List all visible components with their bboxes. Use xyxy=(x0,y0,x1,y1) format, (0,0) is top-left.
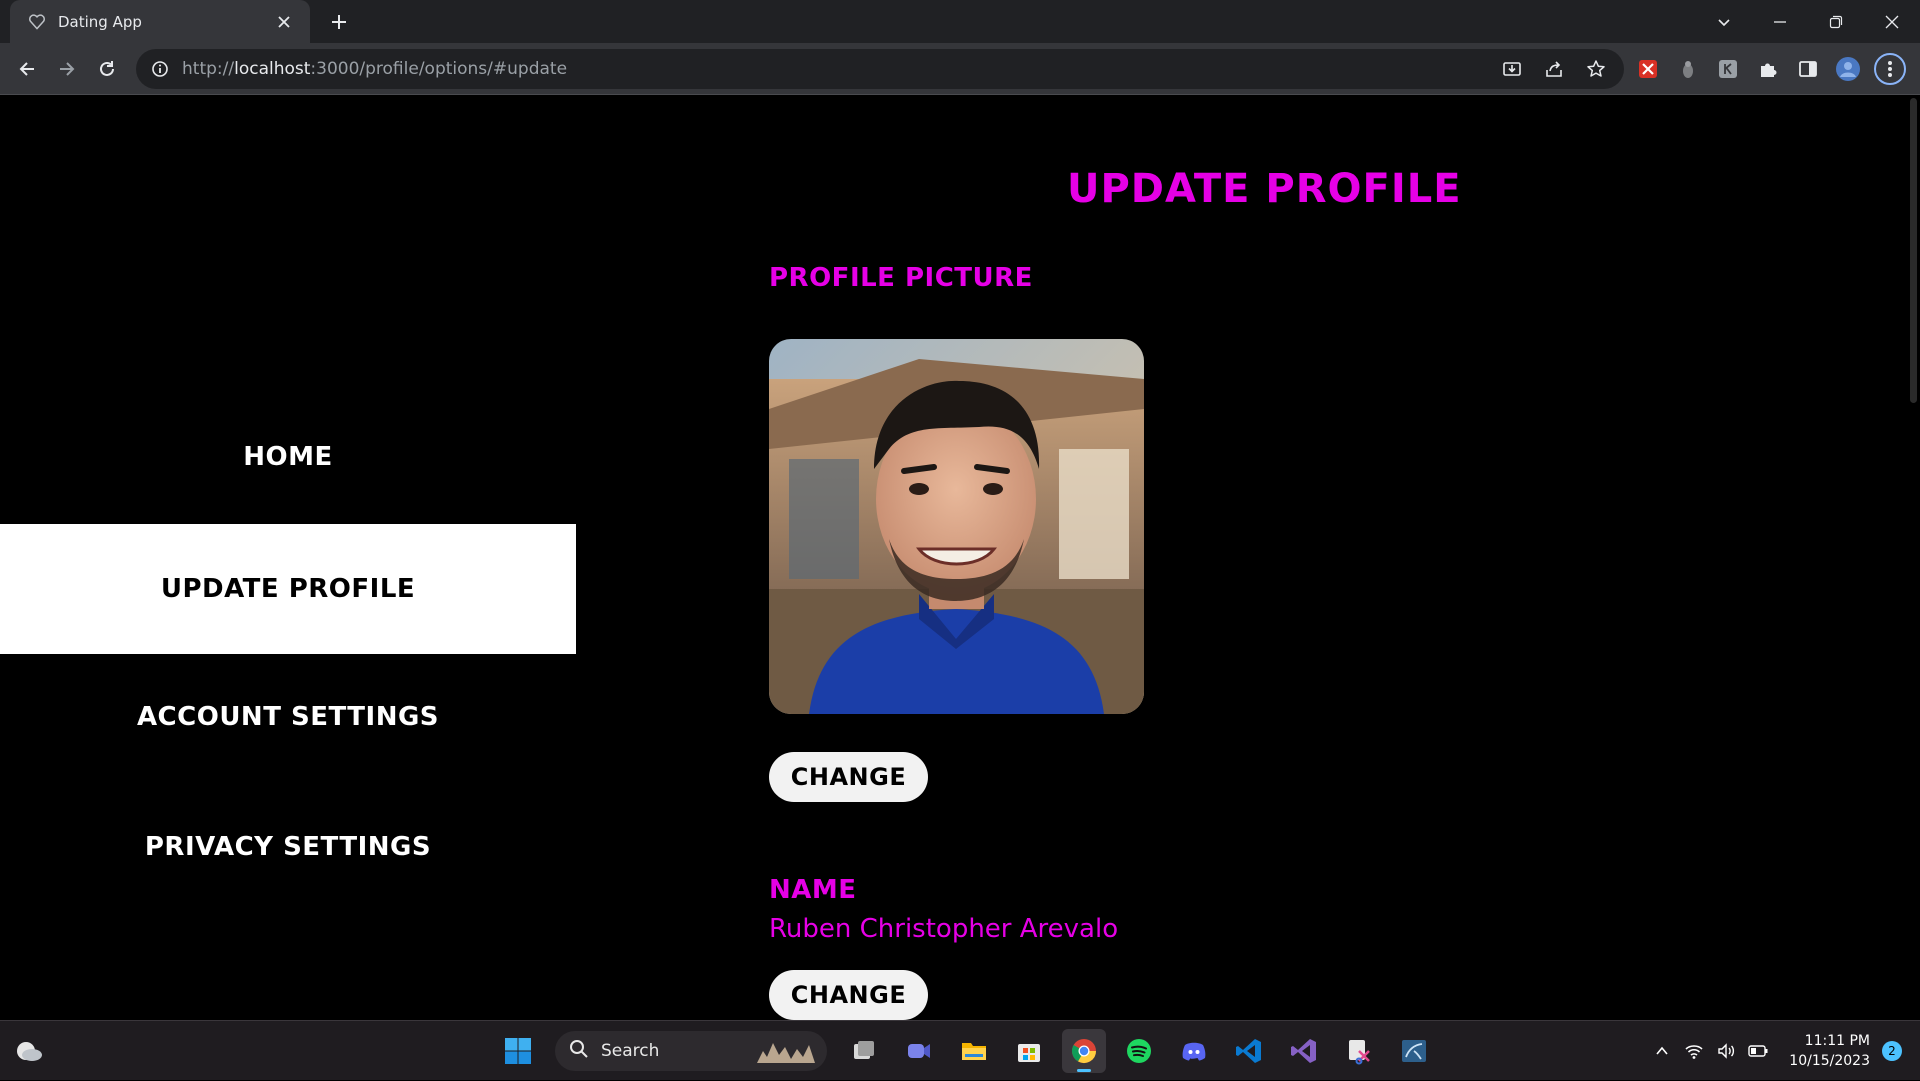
minimize-icon[interactable] xyxy=(1752,0,1808,43)
site-info-icon[interactable] xyxy=(150,59,170,79)
tab-title: Dating App xyxy=(58,12,142,31)
browser-toolbar: http://localhost:3000/profile/options/#u… xyxy=(0,43,1920,95)
extensions-area xyxy=(1634,53,1906,85)
side-panel-icon[interactable] xyxy=(1794,55,1822,83)
chrome-menu-icon[interactable] xyxy=(1874,53,1906,85)
search-highlight-icon xyxy=(755,1037,817,1069)
back-icon[interactable] xyxy=(11,53,43,85)
chrome-icon[interactable] xyxy=(1062,1029,1106,1073)
close-tab-icon[interactable] xyxy=(272,10,296,34)
notification-badge[interactable]: 2 xyxy=(1882,1041,1902,1061)
vscode-icon[interactable] xyxy=(1227,1029,1271,1073)
forward-icon[interactable] xyxy=(51,53,83,85)
battery-icon[interactable] xyxy=(1743,1036,1773,1066)
volume-icon[interactable] xyxy=(1711,1036,1741,1066)
windows-taskbar: Search 11:11 PM 10/15/2023 2 xyxy=(0,1020,1920,1080)
new-tab-icon[interactable] xyxy=(325,8,353,36)
extension-k-icon[interactable] xyxy=(1714,55,1742,83)
change-picture-button[interactable]: CHANGE xyxy=(769,752,928,802)
close-window-icon[interactable] xyxy=(1864,0,1920,43)
teams-icon[interactable] xyxy=(897,1029,941,1073)
extension-red-icon[interactable] xyxy=(1634,55,1662,83)
file-explorer-icon[interactable] xyxy=(952,1029,996,1073)
sidebar-item-privacy-settings[interactable]: PRIVACY SETTINGS xyxy=(0,782,576,912)
page-content: HOME UPDATE PROFILE ACCOUNT SETTINGS PRI… xyxy=(0,96,1920,1020)
name-label: NAME xyxy=(769,875,857,905)
sidebar-item-home[interactable]: HOME xyxy=(0,392,576,522)
wifi-icon[interactable] xyxy=(1679,1036,1709,1066)
search-icon xyxy=(569,1039,589,1063)
snipping-tool-icon[interactable] xyxy=(1337,1029,1381,1073)
page-title: UPDATE PROFILE xyxy=(1067,166,1462,212)
profile-picture xyxy=(769,339,1144,714)
sidebar-item-update-profile[interactable]: UPDATE PROFILE xyxy=(0,524,576,654)
taskbar-clock[interactable]: 11:11 PM 10/15/2023 xyxy=(1789,1031,1870,1071)
microsoft-store-icon[interactable] xyxy=(1007,1029,1051,1073)
sidebar-item-account-settings[interactable]: ACCOUNT SETTINGS xyxy=(0,652,576,782)
install-app-icon[interactable] xyxy=(1498,55,1526,83)
clock-date: 10/15/2023 xyxy=(1789,1053,1870,1069)
reload-icon[interactable] xyxy=(91,53,123,85)
browser-tabstrip: Dating App xyxy=(0,0,1920,43)
page-scrollbar[interactable] xyxy=(1906,96,1920,1020)
browser-tab[interactable]: Dating App xyxy=(10,0,310,43)
extension-grey-icon[interactable] xyxy=(1674,55,1702,83)
chevron-up-icon[interactable] xyxy=(1647,1036,1677,1066)
url-text: http://localhost:3000/profile/options/#u… xyxy=(182,59,568,79)
heart-outline-icon xyxy=(26,11,48,33)
spotify-icon[interactable] xyxy=(1117,1029,1161,1073)
extensions-puzzle-icon[interactable] xyxy=(1754,55,1782,83)
windows-start-icon[interactable] xyxy=(496,1029,540,1073)
scrollbar-thumb[interactable] xyxy=(1910,98,1917,403)
system-tray: 11:11 PM 10/15/2023 2 xyxy=(1647,1021,1920,1081)
mysql-workbench-icon[interactable] xyxy=(1392,1029,1436,1073)
change-name-button[interactable]: CHANGE xyxy=(769,970,928,1020)
share-icon[interactable] xyxy=(1540,55,1568,83)
tab-search-icon[interactable] xyxy=(1696,0,1752,43)
restore-icon[interactable] xyxy=(1808,0,1864,43)
name-value: Ruben Christopher Arevalo xyxy=(769,914,1119,944)
visual-studio-icon[interactable] xyxy=(1282,1029,1326,1073)
clock-time: 11:11 PM xyxy=(1804,1033,1870,1049)
weather-widget-icon[interactable] xyxy=(12,1035,44,1067)
task-view-icon[interactable] xyxy=(842,1029,886,1073)
search-label: Search xyxy=(601,1041,660,1061)
profile-avatar-icon[interactable] xyxy=(1834,55,1862,83)
taskbar-search-box[interactable]: Search xyxy=(555,1031,827,1071)
window-controls xyxy=(1696,0,1920,43)
bookmark-star-icon[interactable] xyxy=(1582,55,1610,83)
profile-picture-label: PROFILE PICTURE xyxy=(769,263,1033,293)
address-bar[interactable]: http://localhost:3000/profile/options/#u… xyxy=(136,49,1624,89)
discord-icon[interactable] xyxy=(1172,1029,1216,1073)
